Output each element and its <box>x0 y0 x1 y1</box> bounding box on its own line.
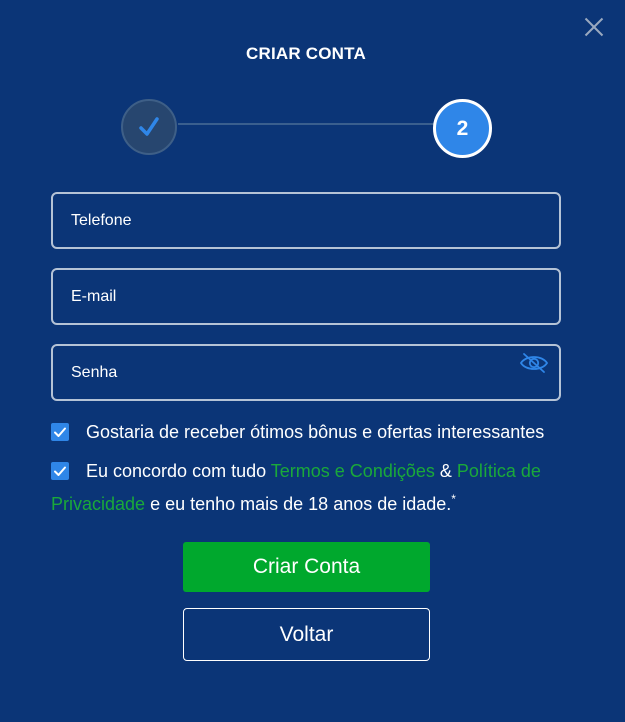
terms-consent-label: Eu concordo com tudo Termos e Condições … <box>51 457 571 518</box>
create-account-button[interactable]: Criar Conta <box>183 542 430 592</box>
email-field[interactable] <box>51 268 561 325</box>
password-input[interactable] <box>53 346 559 399</box>
terms-and-text: & <box>434 461 457 481</box>
checkmark-icon <box>139 117 159 136</box>
phone-field[interactable] <box>51 192 561 249</box>
required-mark: * <box>451 492 456 506</box>
terms-link[interactable]: Termos e Condições <box>271 461 435 481</box>
checkbox-check-icon <box>54 466 66 476</box>
terms-consent-row: Eu concordo com tudo Termos e Condições … <box>51 457 571 518</box>
eye-slash-icon[interactable] <box>519 352 549 374</box>
step-1-completed <box>121 99 177 155</box>
terms-checkbox[interactable] <box>51 462 69 480</box>
back-button[interactable]: Voltar <box>183 608 430 661</box>
phone-input[interactable] <box>53 194 559 247</box>
email-input[interactable] <box>53 270 559 323</box>
bonus-consent-row: Gostaria de receber ótimos bônus e ofert… <box>51 418 571 446</box>
checkbox-check-icon <box>54 427 66 437</box>
step-indicator: 2 <box>0 0 625 180</box>
terms-suffix-text: e eu tenho mais de 18 anos de idade. <box>145 494 452 514</box>
step-2-active: 2 <box>433 99 492 158</box>
password-field[interactable] <box>51 344 561 401</box>
bonus-checkbox[interactable] <box>51 423 69 441</box>
terms-prefix-text: Eu concordo com tudo <box>86 461 271 481</box>
bonus-consent-label: Gostaria de receber ótimos bônus e ofert… <box>86 422 545 442</box>
step-connector <box>178 123 434 125</box>
